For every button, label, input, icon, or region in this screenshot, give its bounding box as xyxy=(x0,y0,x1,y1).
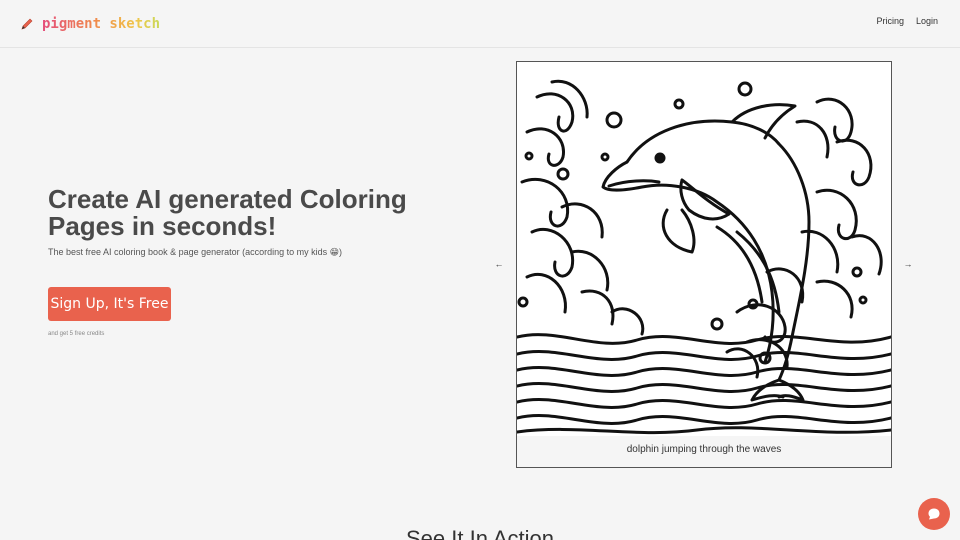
hero-subtitle: The best free AI coloring book & page ge… xyxy=(48,247,343,257)
carousel-next-button[interactable]: → xyxy=(902,258,914,270)
dolphin-coloring-image xyxy=(517,62,891,436)
chat-bubble-icon xyxy=(928,508,940,520)
carousel-card: dolphin jumping through the waves xyxy=(516,61,892,468)
cta-note: and get 5 free credits xyxy=(48,331,105,337)
hero-title: Create AI generated Coloring Pages in se… xyxy=(48,184,407,242)
signup-button[interactable]: Sign Up, It's Free xyxy=(48,287,171,321)
dolphin-line-art xyxy=(517,79,891,435)
logo-link[interactable]: pigment sketch xyxy=(20,14,160,34)
carousel-prev-button[interactable]: ← xyxy=(493,258,505,270)
nav-login-link[interactable]: Login xyxy=(916,16,938,26)
carousel-caption: dolphin jumping through the waves xyxy=(626,444,782,455)
chat-launcher-button[interactable] xyxy=(918,498,950,530)
site-header: pigment sketch Pricing Login xyxy=(0,0,960,48)
pencil-icon xyxy=(21,18,33,30)
section-heading-text: See It In Action xyxy=(406,528,554,540)
nav-pricing-link[interactable]: Pricing xyxy=(876,16,904,26)
logo-text: pigment sketch xyxy=(42,16,161,32)
section-heading: See It In Action xyxy=(0,528,960,540)
top-nav: Pricing Login xyxy=(876,16,938,26)
